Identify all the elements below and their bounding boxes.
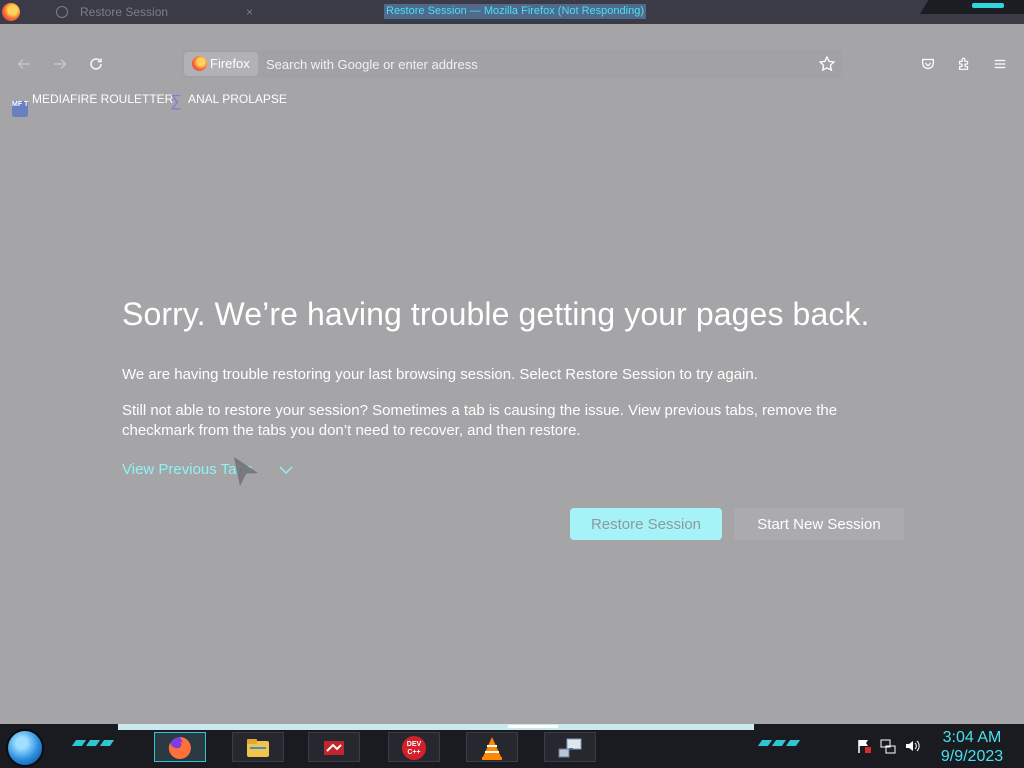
- tab-loading-icon: [56, 6, 68, 18]
- network-icon: [557, 735, 583, 761]
- vlc-task[interactable]: [466, 732, 518, 762]
- restore-message: We are having trouble restoring your las…: [122, 366, 758, 383]
- back-arrow-icon: [17, 59, 30, 69]
- theme-corner-decoration: [920, 0, 1024, 14]
- restore-session-button[interactable]: Restore Session: [570, 508, 722, 540]
- app3-task[interactable]: [308, 732, 360, 762]
- tab-label: Restore Session: [80, 5, 169, 19]
- navigation-toolbar: Firefox: [0, 44, 1024, 84]
- start-new-session-button[interactable]: Start New Session: [734, 508, 904, 540]
- bookmarks-toolbar: MF T MEDIAFIRE ROULETTER ∑ ANAL PROLAPSE: [0, 88, 1024, 117]
- taskbar-accent-stripe: [118, 724, 754, 730]
- vlc-icon: [479, 735, 505, 761]
- pocket-icon: [922, 58, 934, 69]
- window-title-bar[interactable]: Restore Session × Restore Session — Mozi…: [0, 0, 1024, 24]
- identity-box[interactable]: Firefox: [184, 52, 258, 76]
- clock-date: 9/9/2023: [940, 748, 1004, 765]
- svg-text:DEV: DEV: [407, 741, 422, 748]
- volume-icon[interactable]: [904, 738, 920, 754]
- firefox-app-icon[interactable]: [2, 3, 20, 21]
- reload-button[interactable]: [84, 52, 108, 76]
- sigma-icon: ∑: [170, 93, 182, 110]
- identity-label: Firefox: [210, 56, 250, 71]
- page-heading: Sorry. We’re having trouble getting your…: [122, 296, 870, 332]
- bookmark-star-icon[interactable]: [818, 55, 836, 73]
- back-button[interactable]: [12, 52, 36, 76]
- reload-icon: [90, 58, 102, 70]
- system-tray: [856, 738, 920, 754]
- bookmark-mediafire-rouletter[interactable]: MF T MEDIAFIRE ROULETTER: [12, 88, 174, 117]
- firefox-icon: [167, 735, 193, 761]
- devcpp-icon: DEV C++: [401, 735, 427, 761]
- chevron-down-icon[interactable]: [278, 462, 294, 478]
- extensions-button[interactable]: [954, 54, 974, 74]
- hamburger-menu-icon: [994, 59, 1006, 69]
- session-restore-page: Sorry. We’re having trouble getting your…: [0, 112, 1024, 724]
- firefox-logo-icon: [192, 56, 207, 71]
- app-menu-button[interactable]: [990, 54, 1010, 74]
- forward-arrow-icon: [54, 59, 67, 69]
- tab-close-icon[interactable]: ×: [246, 2, 253, 22]
- start-button[interactable]: [6, 729, 44, 767]
- app-icon: [321, 735, 347, 761]
- bookmark-label: MEDIAFIRE ROULETTER: [32, 92, 174, 106]
- bookmark-label: ANAL PROLAPSE: [188, 92, 287, 106]
- action-center-flag-icon[interactable]: [856, 738, 872, 754]
- bookmark-anal-prolapse[interactable]: ∑ ANAL PROLAPSE: [168, 88, 287, 110]
- url-input[interactable]: [266, 54, 786, 74]
- taskbar-decoration-left: [71, 740, 115, 748]
- forward-button[interactable]: [48, 52, 72, 76]
- devcpp-task[interactable]: DEV C++: [388, 732, 440, 762]
- restore-help-message: Still not able to restore your session? …: [122, 402, 838, 439]
- pocket-button[interactable]: [918, 54, 938, 74]
- clock-time: 3:04 AM: [942, 729, 1002, 746]
- taskbar-decoration-right: [757, 740, 801, 748]
- puzzle-piece-icon: [958, 57, 969, 70]
- svg-text:C++: C++: [407, 749, 420, 756]
- network-status-icon[interactable]: [880, 738, 896, 754]
- network-tool-task[interactable]: [544, 732, 596, 762]
- window-title: Restore Session — Mozilla Firefox (Not R…: [384, 4, 646, 19]
- address-bar[interactable]: Firefox: [182, 50, 842, 78]
- file-explorer-task[interactable]: [232, 732, 284, 762]
- tab-restore-session[interactable]: Restore Session ×: [50, 2, 270, 22]
- clock[interactable]: 3:04 AM 9/9/2023: [936, 728, 1008, 766]
- mouse-cursor-icon: [234, 457, 258, 486]
- taskbar: DEV C++ 3:04 AM 9/9/2023: [0, 724, 1024, 768]
- folder-icon: [245, 735, 271, 761]
- firefox-task[interactable]: [154, 732, 206, 762]
